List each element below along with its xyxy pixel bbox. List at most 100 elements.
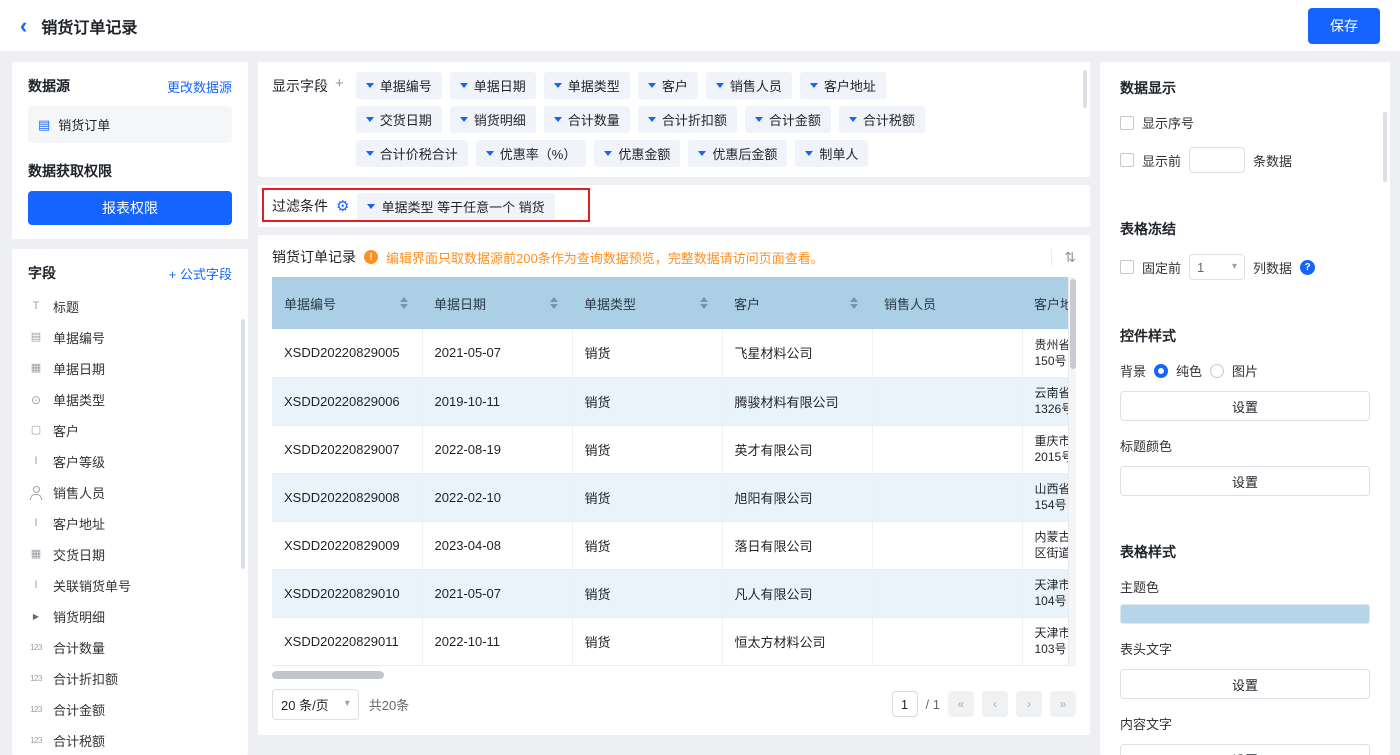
column-header[interactable]: 单据类型	[572, 277, 722, 329]
field-item[interactable]: ⊙单据类型	[28, 384, 232, 415]
header-text-setting-button[interactable]: 设置	[1120, 669, 1370, 699]
add-formula-field-link[interactable]: + 公式字段	[169, 264, 232, 283]
page-size-select[interactable]: 20 条/页 ▾	[272, 689, 359, 720]
field-item[interactable]: ▦单据日期	[28, 353, 232, 384]
sort-order-icon[interactable]: ⇅	[1051, 249, 1076, 266]
field-item[interactable]: 123合计税额	[28, 725, 232, 755]
table-row: XSDD202208290082022-02-10销货旭阳有限公司山西省晋 15…	[272, 473, 1076, 521]
field-list: T标题▤单据编号▦单据日期⊙单据类型▢客户I客户等级销售人员I客户地址▦交货日期…	[28, 291, 232, 755]
help-icon[interactable]: ?	[1300, 260, 1315, 275]
show-first-checkbox[interactable]	[1120, 153, 1134, 167]
chip-label: 单据编号	[380, 76, 432, 95]
next-page-button[interactable]: ›	[1016, 691, 1042, 717]
field-item[interactable]: 销售人员	[28, 477, 232, 508]
save-button[interactable]: 保存	[1308, 8, 1380, 44]
scrollbar-thumb[interactable]	[272, 671, 384, 679]
display-field-chip[interactable]: 合计金额	[745, 106, 831, 133]
field-item[interactable]: I关联销货单号	[28, 570, 232, 601]
field-item[interactable]: ▶销货明细	[28, 601, 232, 632]
datasource-item[interactable]: ▤ 销货订单	[28, 106, 232, 143]
change-datasource-link[interactable]: 更改数据源	[167, 77, 232, 96]
freeze-checkbox[interactable]	[1120, 260, 1134, 274]
display-field-chip[interactable]: 合计数量	[544, 106, 630, 133]
chip-label: 制单人	[819, 144, 858, 163]
gear-icon[interactable]: ⚙	[336, 199, 349, 214]
table-cell: 销货	[572, 425, 722, 473]
chevron-down-icon	[460, 83, 468, 88]
display-field-chip[interactable]: 客户地址	[800, 72, 886, 99]
field-item[interactable]: I客户等级	[28, 446, 232, 477]
add-field-icon[interactable]: +	[335, 76, 344, 91]
back-icon[interactable]: ‹	[20, 15, 27, 37]
column-header[interactable]: 单据编号	[272, 277, 422, 329]
display-field-chip[interactable]: 单据日期	[450, 72, 536, 99]
sort-icon[interactable]	[400, 297, 410, 309]
display-field-chip[interactable]: 单据编号	[356, 72, 442, 99]
table-cell	[872, 569, 1022, 617]
display-field-chip[interactable]: 优惠金额	[594, 140, 680, 167]
current-page-box[interactable]: 1	[892, 691, 918, 717]
table-cell: 2019-10-11	[422, 377, 572, 425]
column-header[interactable]: 客户	[722, 277, 872, 329]
chips-scrollbar[interactable]	[1083, 70, 1087, 108]
chip-label: 优惠后金额	[712, 144, 777, 163]
display-fields-label: 显示字段	[272, 76, 328, 96]
data-display-title: 数据显示	[1120, 78, 1370, 98]
title-color-setting-button[interactable]: 设置	[1120, 466, 1370, 496]
table-header-row: 单据编号单据日期单据类型客户销售人员客户地址	[272, 277, 1076, 329]
field-item[interactable]: 123合计金额	[28, 694, 232, 725]
field-label: 合计折扣额	[53, 669, 118, 688]
report-permission-button[interactable]: 报表权限	[28, 191, 232, 225]
display-field-chip[interactable]: 销售人员	[706, 72, 792, 99]
display-field-chip[interactable]: 交货日期	[356, 106, 442, 133]
background-setting-button[interactable]: 设置	[1120, 391, 1370, 421]
page-count-text: / 1	[926, 697, 940, 712]
first-page-button[interactable]: «	[948, 691, 974, 717]
field-item[interactable]: 123合计数量	[28, 632, 232, 663]
sort-icon[interactable]	[850, 297, 860, 309]
chevron-down-icon	[810, 83, 818, 88]
text-icon: I	[28, 580, 44, 591]
display-field-chip[interactable]: 制单人	[795, 140, 868, 167]
freeze-count-select[interactable]: 1 ▾	[1189, 254, 1245, 280]
image-radio[interactable]	[1210, 364, 1224, 378]
display-field-chip[interactable]: 客户	[638, 72, 698, 99]
table-horizontal-scrollbar[interactable]	[272, 671, 1076, 679]
theme-color-swatch[interactable]	[1120, 604, 1370, 624]
field-item[interactable]: T标题	[28, 291, 232, 322]
show-index-checkbox[interactable]	[1120, 116, 1134, 130]
field-item[interactable]: 123合计折扣额	[28, 663, 232, 694]
solid-color-radio[interactable]	[1154, 364, 1168, 378]
display-field-chip[interactable]: 优惠后金额	[688, 140, 787, 167]
field-item[interactable]: I客户地址	[28, 508, 232, 539]
field-item[interactable]: ▦交货日期	[28, 539, 232, 570]
sort-icon[interactable]	[700, 297, 710, 309]
chip-label: 客户	[662, 76, 688, 95]
table-cell: 落日有限公司	[722, 521, 872, 569]
content-text-setting-button[interactable]: 设置	[1120, 744, 1370, 755]
fields-scrollbar[interactable]	[241, 319, 245, 569]
field-item[interactable]: ▢客户	[28, 415, 232, 446]
last-page-button[interactable]: »	[1050, 691, 1076, 717]
filter-condition-chip[interactable]: 单据类型 等于任意一个 销货	[357, 193, 554, 220]
table-vertical-scrollbar[interactable]	[1068, 277, 1076, 666]
preview-notice: 编辑界面只取数据源前200条作为查询数据预览，完整数据请访问页面查看。	[386, 248, 824, 267]
settings-scrollbar[interactable]	[1383, 112, 1387, 182]
freeze-count-value: 1	[1197, 260, 1204, 275]
field-item[interactable]: ▤单据编号	[28, 322, 232, 353]
display-field-chip[interactable]: 合计折扣额	[638, 106, 737, 133]
image-label: 图片	[1232, 361, 1258, 380]
chevron-down-icon	[367, 204, 375, 209]
display-field-chip[interactable]: 销货明细	[450, 106, 536, 133]
freeze-prefix: 固定前	[1142, 258, 1181, 277]
show-first-count-input[interactable]	[1189, 147, 1245, 173]
column-header[interactable]: 单据日期	[422, 277, 572, 329]
datasource-panel: 数据源 更改数据源 ▤ 销货订单 数据获取权限 报表权限	[12, 62, 248, 239]
show-index-label: 显示序号	[1142, 113, 1194, 132]
sort-icon[interactable]	[550, 297, 560, 309]
display-field-chip[interactable]: 合计价税合计	[356, 140, 468, 167]
display-field-chip[interactable]: 优惠率（%）	[476, 140, 587, 167]
display-field-chip[interactable]: 合计税额	[839, 106, 925, 133]
display-field-chip[interactable]: 单据类型	[544, 72, 630, 99]
prev-page-button[interactable]: ‹	[982, 691, 1008, 717]
